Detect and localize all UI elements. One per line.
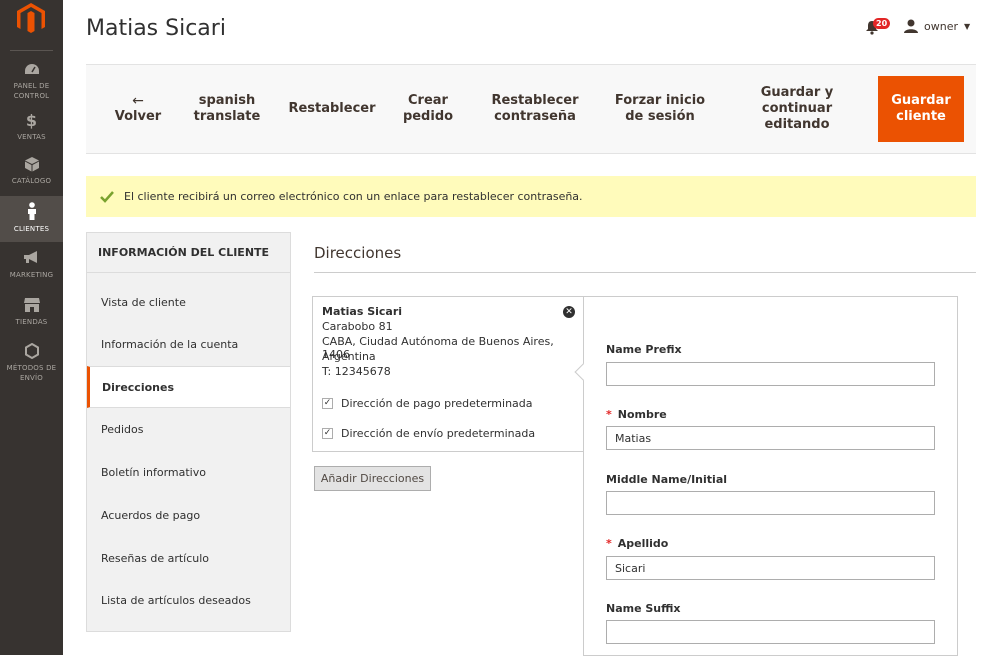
create-order-button-label: Crear pedido xyxy=(402,93,454,124)
checkbox-checked-icon: ✓ xyxy=(322,398,333,409)
tabs-title: INFORMACIÓN DEL CLIENTE xyxy=(87,233,290,273)
chevron-down-icon: ▼ xyxy=(964,21,971,31)
hexagon-icon xyxy=(24,343,39,359)
first-name-input[interactable]: Matias xyxy=(606,426,935,450)
page-title: Matias Sicari xyxy=(86,16,226,41)
prefix-label: Name Prefix xyxy=(606,343,682,356)
tab-account-information[interactable]: Información de la cuenta xyxy=(87,323,290,365)
save-customer-button-label: Guardar cliente xyxy=(891,93,951,124)
middle-name-label: Middle Name/Initial xyxy=(606,473,728,486)
sidebar-item-shipping-methods[interactable]: MÉTODOS DE ENVÍO xyxy=(0,343,63,387)
sidebar-item-label: MÉTODOS DE ENVÍO xyxy=(6,364,57,382)
user-name: owner xyxy=(924,19,958,33)
tab-product-reviews[interactable]: Reseñas de artículo xyxy=(87,537,290,579)
default-shipping-checkbox[interactable]: ✓ Dirección de envío predeterminada xyxy=(322,427,535,440)
force-signin-button-label: Forzar inicio de sesión xyxy=(614,93,706,124)
default-billing-checkbox[interactable]: ✓ Dirección de pago predeterminada xyxy=(322,397,533,410)
sidebar-item-marketing[interactable]: MARKETING xyxy=(0,250,63,286)
save-customer-button[interactable]: Guardar cliente xyxy=(878,76,964,142)
suffix-label: Name Suffix xyxy=(606,602,681,615)
address-card[interactable]: Matias Sicari ✕ Carabobo 81 CABA, Ciudad… xyxy=(312,296,584,452)
add-address-button[interactable]: Añadir Direcciones xyxy=(314,466,431,491)
translate-button-label: spanish translate xyxy=(193,93,261,124)
address-phone: T: 12345678 xyxy=(322,365,391,378)
section-title: Direcciones xyxy=(314,244,402,262)
box-icon xyxy=(24,157,39,172)
tab-customer-view[interactable]: Vista de cliente xyxy=(87,281,290,323)
reset-password-button-label: Restablecer contraseña xyxy=(491,93,579,124)
address-country: Argentina xyxy=(322,350,376,363)
first-name-label: * Nombre xyxy=(606,408,667,421)
address-name: Matias Sicari xyxy=(322,305,403,318)
translate-button[interactable]: spanish translate xyxy=(190,65,264,153)
last-name-label-text: Apellido xyxy=(617,537,669,550)
checkmark-icon xyxy=(100,190,114,203)
store-icon xyxy=(23,298,40,312)
user-menu[interactable]: owner ▼ xyxy=(904,19,970,33)
sidebar-item-stores[interactable]: TIENDAS xyxy=(0,297,63,333)
reset-button[interactable]: Restablecer xyxy=(286,65,378,153)
dashboard-icon xyxy=(24,64,39,74)
arrow-left-icon: ← xyxy=(132,93,144,109)
address-street: Carabobo 81 xyxy=(322,320,393,333)
person-icon xyxy=(27,202,36,220)
create-order-button[interactable]: Crear pedido xyxy=(398,65,458,153)
back-button[interactable]: ← Volver xyxy=(106,65,170,153)
last-name-label: * Apellido xyxy=(606,537,668,550)
sidebar-item-dashboard[interactable]: PANEL DE CONTROL xyxy=(0,62,63,102)
sidebar-item-label: MARKETING xyxy=(9,271,54,279)
first-name-label-text: Nombre xyxy=(617,408,667,421)
last-name-input[interactable]: Sicari xyxy=(606,556,935,580)
user-icon xyxy=(904,19,918,33)
sidebar-item-label: TIENDAS xyxy=(15,318,48,326)
tab-addresses[interactable]: Direcciones xyxy=(87,366,290,408)
delete-address-icon[interactable]: ✕ xyxy=(563,306,575,318)
required-asterisk: * xyxy=(606,408,612,421)
section-divider xyxy=(314,272,976,273)
success-message: El cliente recibirá un correo electrónic… xyxy=(86,176,976,217)
checkbox-checked-icon: ✓ xyxy=(322,428,333,439)
customer-info-tabs: INFORMACIÓN DEL CLIENTE Vista de cliente… xyxy=(86,232,291,632)
sidebar-item-label: CATÁLOGO xyxy=(11,177,52,185)
save-and-continue-button-label: Guardar y continuar editando xyxy=(760,85,834,132)
force-signin-button[interactable]: Forzar inicio de sesión xyxy=(610,65,710,153)
back-button-label: Volver xyxy=(114,109,162,124)
reset-button-label: Restablecer xyxy=(288,101,376,116)
tab-billing-agreements[interactable]: Acuerdos de pago xyxy=(87,494,290,536)
sidebar-item-catalog[interactable]: CATÁLOGO xyxy=(0,156,63,192)
notification-count-badge: 20 xyxy=(873,18,891,29)
save-and-continue-button[interactable]: Guardar y continuar editando xyxy=(750,65,844,153)
megaphone-icon xyxy=(23,251,37,263)
default-billing-label: Dirección de pago predeterminada xyxy=(341,397,533,410)
sidebar-item-label: CLIENTES xyxy=(13,225,50,233)
page-actions-toolbar: ← Volver spanish translate Restablecer C… xyxy=(86,64,976,154)
middle-name-input[interactable] xyxy=(606,491,935,515)
tab-newsletter[interactable]: Boletín informativo xyxy=(87,451,290,493)
required-asterisk: * xyxy=(606,537,612,550)
success-message-text: El cliente recibirá un correo electrónic… xyxy=(124,190,583,203)
prefix-input[interactable] xyxy=(606,362,935,386)
magento-logo-icon[interactable] xyxy=(17,3,45,35)
suffix-input[interactable] xyxy=(606,620,935,644)
sidebar-item-sales[interactable]: $ VENTAS xyxy=(0,110,63,146)
sidebar-item-label: VENTAS xyxy=(17,133,46,141)
tab-orders[interactable]: Pedidos xyxy=(87,408,290,450)
tab-wishlist[interactable]: Lista de artículos deseados xyxy=(87,579,290,621)
default-shipping-label: Dirección de envío predeterminada xyxy=(341,427,536,440)
dollar-icon: $ xyxy=(25,111,38,130)
reset-password-button[interactable]: Restablecer contraseña xyxy=(484,65,586,153)
sidebar-item-customers[interactable]: CLIENTES xyxy=(0,196,63,242)
logo-divider xyxy=(10,50,53,51)
sidebar-item-label: PANEL DE CONTROL xyxy=(13,82,50,100)
admin-sidebar: PANEL DE CONTROL $ VENTAS CATÁLOGO CLIEN… xyxy=(0,0,63,655)
